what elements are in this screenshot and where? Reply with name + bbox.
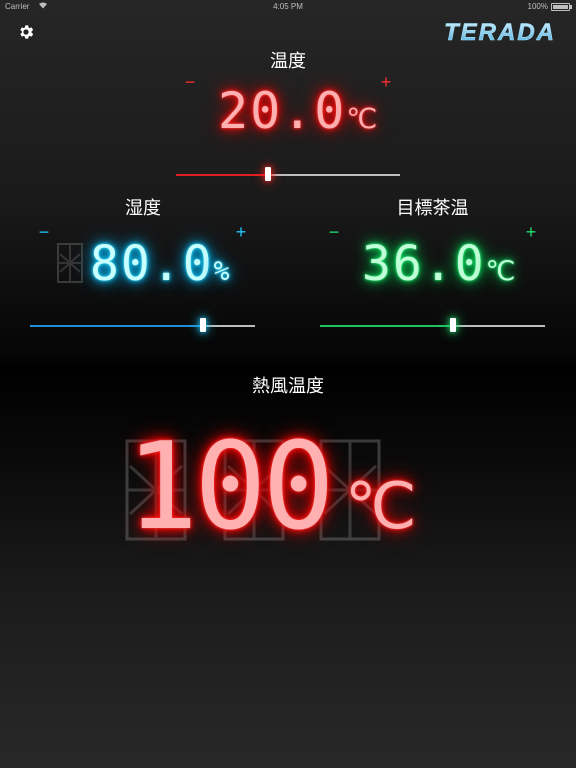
humidity-display: 80.0% <box>90 236 229 292</box>
target-tea-temp-minus-button[interactable]: − <box>324 222 344 242</box>
target-tea-temp-value: 36.0 <box>362 236 486 292</box>
hot-air-temp-unit: ℃ <box>344 470 417 544</box>
target-tea-temp-slider[interactable] <box>320 318 545 334</box>
terada-logo: TERADA <box>434 16 566 48</box>
temperature-value: 20.0 <box>218 82 347 140</box>
hot-air-temp-display: 100 ℃ <box>126 418 417 557</box>
humidity-plus-button[interactable]: + <box>231 222 251 242</box>
humidity-minus-button[interactable]: − <box>34 222 54 242</box>
temperature-slider[interactable] <box>176 167 400 183</box>
humidity-unit: % <box>213 256 230 287</box>
settings-button[interactable] <box>14 20 38 44</box>
status-time: 4:05 PM <box>273 2 303 11</box>
temperature-slider-thumb[interactable] <box>265 167 271 181</box>
humidity-label: 湿度 <box>125 198 161 219</box>
humidity-ghost-segment <box>56 242 84 284</box>
logo-text: TERADA <box>444 19 556 46</box>
battery-icon <box>551 3 572 11</box>
temperature-display: 20.0℃ <box>218 82 377 140</box>
gear-icon <box>20 25 34 39</box>
target-tea-temp-display: 36.0℃ <box>362 236 515 292</box>
temperature-plus-button[interactable]: + <box>376 72 396 92</box>
hot-air-temp-label: 熱風温度 <box>252 376 324 397</box>
temperature-label: 温度 <box>270 51 306 72</box>
target-tea-temp-plus-button[interactable]: + <box>521 222 541 242</box>
humidity-slider[interactable] <box>30 318 255 334</box>
target-tea-temp-slider-thumb[interactable] <box>450 318 456 332</box>
hot-air-temp-value: 100 <box>126 418 335 557</box>
humidity-value: 80.0 <box>90 236 214 292</box>
status-bar: Carrier 4:05 PM 100% <box>0 0 576 14</box>
target-tea-temp-label: 目標茶温 <box>396 198 469 219</box>
temperature-minus-button[interactable]: − <box>180 72 200 92</box>
humidity-slider-thumb[interactable] <box>200 318 206 332</box>
target-tea-temp-unit: ℃ <box>485 256 516 287</box>
temperature-unit: ℃ <box>346 103 378 135</box>
battery-percent: 100% <box>527 2 548 11</box>
